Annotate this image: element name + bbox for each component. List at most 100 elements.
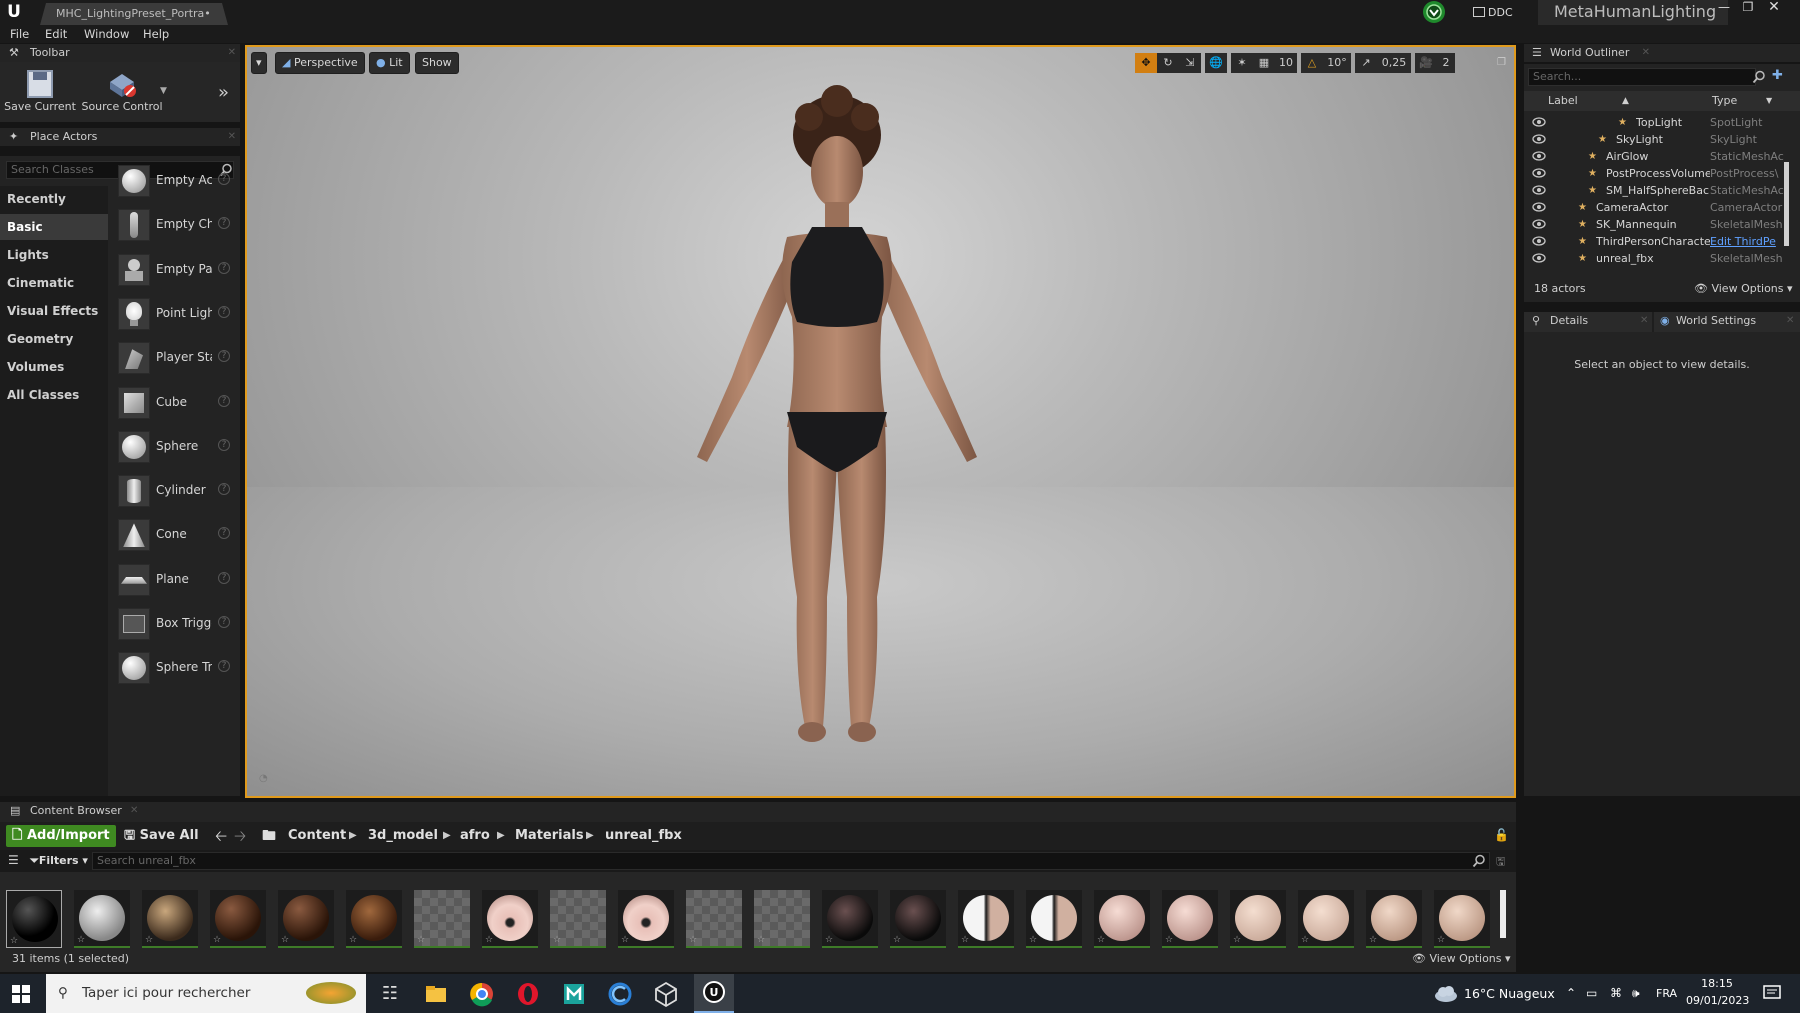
favorite-star-icon[interactable]: ☆ bbox=[281, 935, 289, 945]
asset-tile[interactable]: ☆ bbox=[1094, 890, 1150, 948]
visibility-eye-icon[interactable] bbox=[1532, 185, 1546, 195]
actor-item[interactable]: Point Light? bbox=[116, 294, 240, 334]
tab-world-settings[interactable]: ◉ World Settings ✕ bbox=[1654, 312, 1800, 332]
outliner-row[interactable]: ★ SK_Mannequin SkeletalMesh bbox=[1524, 216, 1788, 233]
asset-tile[interactable]: ☆ bbox=[6, 890, 62, 948]
close-button[interactable]: ✕ bbox=[1763, 0, 1785, 15]
camera-speed-value[interactable]: 2 bbox=[1437, 53, 1455, 73]
taskbar-search-input[interactable]: ⚲ Taper ici pour rechercher bbox=[46, 974, 366, 1013]
save-search-icon[interactable]: 🖫 bbox=[1496, 853, 1505, 872]
folder-icon[interactable]: 🖿 bbox=[262, 822, 276, 850]
favorite-star-icon[interactable]: ☆ bbox=[417, 935, 425, 945]
visibility-eye-icon[interactable] bbox=[1532, 117, 1546, 127]
world-space-icon[interactable]: 🌐 bbox=[1205, 53, 1227, 73]
scale-snap-icon[interactable]: ↗ bbox=[1355, 53, 1377, 73]
view-options-button[interactable]: 👁 View Options ▾ bbox=[1412, 952, 1511, 965]
visibility-eye-icon[interactable] bbox=[1532, 236, 1546, 246]
show-button[interactable]: Show bbox=[415, 52, 459, 74]
favorite-star-icon[interactable]: ☆ bbox=[1097, 935, 1105, 945]
wifi-icon[interactable]: ⌘ bbox=[1610, 974, 1622, 1013]
category-lights[interactable]: Lights bbox=[0, 242, 108, 268]
category-all-classes[interactable]: All Classes bbox=[0, 382, 108, 408]
perspective-button[interactable]: ◢ Perspective bbox=[275, 52, 365, 74]
actor-item[interactable]: Empty Cha? bbox=[116, 205, 240, 245]
source-control-status-icon[interactable] bbox=[1408, 0, 1456, 28]
favorite-star-icon[interactable]: ☆ bbox=[689, 935, 697, 945]
metahuman-character[interactable] bbox=[637, 77, 1037, 777]
outliner-search-input[interactable]: Search... bbox=[1528, 68, 1756, 86]
visibility-eye-icon[interactable] bbox=[1532, 202, 1546, 212]
maya-icon[interactable] bbox=[560, 980, 588, 1008]
add-import-button[interactable]: 🗋 Add/Import ▼ bbox=[6, 825, 116, 864]
column-label[interactable]: Label bbox=[1548, 91, 1578, 111]
asset-tile[interactable]: ☆ bbox=[822, 890, 878, 948]
outliner-row[interactable]: ★ SM_HalfSphereBackgStaticMeshAc bbox=[1524, 182, 1788, 199]
favorite-star-icon[interactable]: ☆ bbox=[825, 935, 833, 945]
asset-tile[interactable]: ☆ bbox=[686, 890, 742, 948]
clock-date[interactable]: 09/01/2023 bbox=[1686, 994, 1749, 1007]
close-tab-icon[interactable]: ✕ bbox=[1642, 44, 1650, 62]
clock-time[interactable]: 18:15 bbox=[1690, 977, 1744, 990]
restore-button[interactable]: ❐ bbox=[1737, 1, 1759, 15]
favorite-star-icon[interactable]: ☆ bbox=[553, 935, 561, 945]
sources-toggle-icon[interactable]: ☰ bbox=[8, 853, 19, 867]
file-explorer-icon[interactable] bbox=[422, 980, 450, 1008]
actor-item[interactable]: Plane? bbox=[116, 560, 240, 600]
windows-start-icon[interactable] bbox=[12, 985, 30, 1003]
favorite-star-icon[interactable]: ☆ bbox=[485, 935, 493, 945]
outliner-row[interactable]: ★ PostProcessVolume PostProcess\ bbox=[1524, 165, 1788, 182]
asset-tile[interactable]: ☆ bbox=[550, 890, 606, 948]
add-filter-icon[interactable]: ✚ bbox=[1772, 68, 1790, 84]
favorite-star-icon[interactable]: ☆ bbox=[1301, 935, 1309, 945]
outliner-row[interactable]: ★ AirGlow StaticMeshAc bbox=[1524, 148, 1788, 165]
view-options-button[interactable]: 👁 View Options ▾ bbox=[1694, 278, 1793, 300]
favorite-star-icon[interactable]: ☆ bbox=[893, 935, 901, 945]
close-tab-icon[interactable]: ✕ bbox=[130, 802, 138, 820]
favorite-star-icon[interactable]: ☆ bbox=[10, 936, 18, 946]
tab-details[interactable]: ⚲ Details ✕ bbox=[1524, 312, 1652, 332]
chrome-icon[interactable] bbox=[468, 980, 496, 1008]
visibility-eye-icon[interactable] bbox=[1532, 253, 1546, 263]
minimize-button[interactable]: — bbox=[1713, 1, 1735, 15]
visibility-eye-icon[interactable] bbox=[1532, 168, 1546, 178]
translate-tool-icon[interactable]: ✥ bbox=[1135, 53, 1157, 73]
help-icon[interactable]: ? bbox=[218, 527, 230, 540]
show-hidden-icons-icon[interactable]: ⌃ bbox=[1566, 974, 1576, 1013]
breadcrumb-afro[interactable]: afro bbox=[460, 822, 490, 850]
actor-item[interactable]: Empty Pav? bbox=[116, 250, 240, 290]
help-icon[interactable]: ? bbox=[218, 394, 230, 407]
category-volumes[interactable]: Volumes bbox=[0, 354, 108, 380]
search-icon[interactable] bbox=[1752, 70, 1766, 84]
breadcrumb-3d-model[interactable]: 3d_model bbox=[368, 822, 438, 850]
battery-icon[interactable]: ▭ bbox=[1586, 974, 1597, 1013]
language-indicator[interactable]: FRA bbox=[1656, 974, 1677, 1013]
rotate-tool-icon[interactable]: ↻ bbox=[1157, 53, 1179, 73]
level-tab[interactable]: MHC_LightingPreset_Portra• bbox=[40, 3, 228, 25]
menu-window[interactable]: Window bbox=[84, 25, 129, 43]
filters-button[interactable]: ⏷Filters ▾ bbox=[30, 850, 88, 872]
outliner-row[interactable]: ★ SkyLight SkyLight bbox=[1524, 131, 1788, 148]
menu-edit[interactable]: Edit bbox=[45, 25, 67, 43]
help-icon[interactable]: ? bbox=[218, 261, 230, 274]
actor-item[interactable]: Player Sta? bbox=[116, 338, 240, 378]
type-dropdown-icon[interactable]: ▼ bbox=[1766, 91, 1772, 111]
breadcrumb-content[interactable]: Content bbox=[288, 822, 346, 850]
opera-icon[interactable] bbox=[514, 980, 542, 1008]
maximize-viewport-icon[interactable]: ❐ bbox=[1497, 57, 1506, 68]
ccleaner-icon[interactable] bbox=[606, 980, 634, 1008]
asset-tile[interactable]: ☆ bbox=[958, 890, 1014, 948]
favorite-star-icon[interactable]: ☆ bbox=[757, 935, 765, 945]
actor-item[interactable]: Box Trigge? bbox=[116, 604, 240, 644]
asset-tile[interactable]: ☆ bbox=[278, 890, 334, 948]
menu-help[interactable]: Help bbox=[143, 25, 169, 43]
favorite-star-icon[interactable]: ☆ bbox=[621, 935, 629, 945]
menu-file[interactable]: File bbox=[10, 25, 29, 43]
visibility-eye-icon[interactable] bbox=[1532, 134, 1546, 144]
outliner-row-type[interactable]: Edit ThirdPe bbox=[1710, 233, 1786, 250]
asset-tile[interactable]: ☆ bbox=[1026, 890, 1082, 948]
help-icon[interactable]: ? bbox=[218, 350, 230, 363]
outliner-row[interactable]: ★ TopLight SpotLight bbox=[1524, 114, 1788, 131]
rotation-snap-value[interactable]: 10° bbox=[1323, 53, 1351, 73]
save-current-button[interactable]: Save Current bbox=[4, 68, 76, 113]
unreal-logo-icon[interactable]: U bbox=[2, 1, 26, 24]
